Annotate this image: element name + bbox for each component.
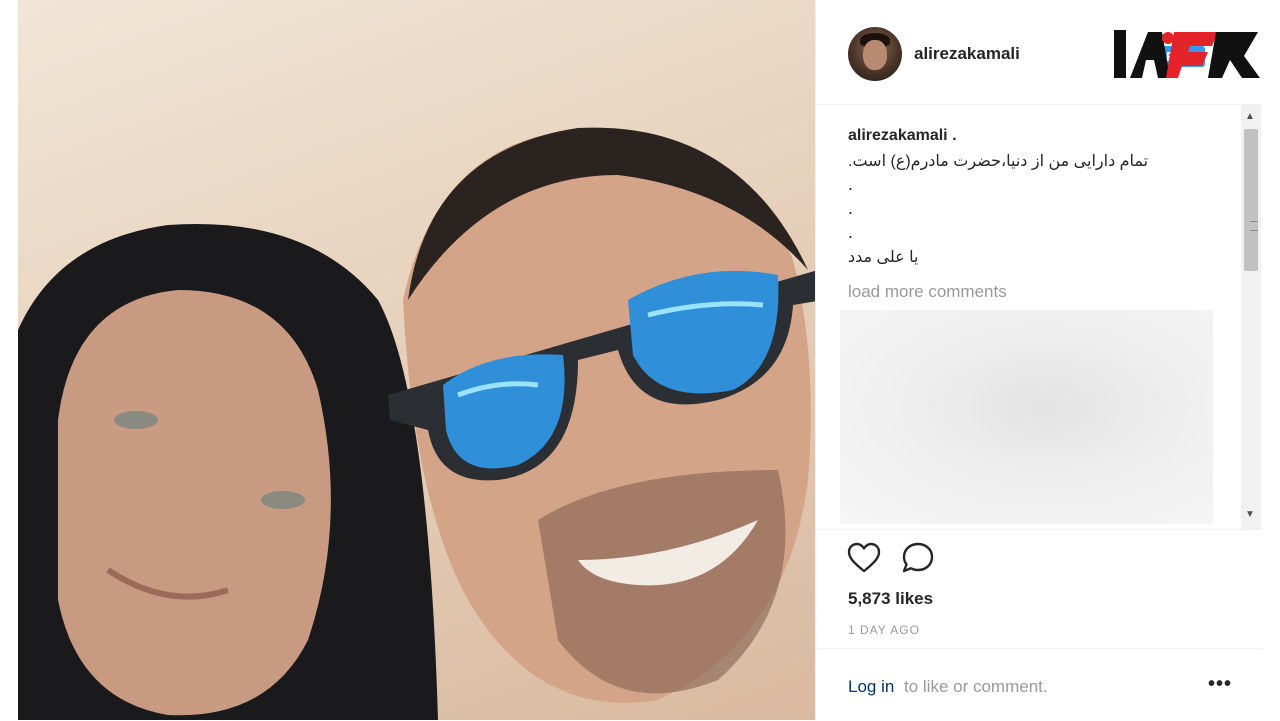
selfie-illustration: [18, 127, 815, 720]
caption-dot: .: [848, 198, 854, 218]
likes-count[interactable]: 5,873 likes: [848, 589, 933, 609]
avatar[interactable]: [848, 27, 902, 81]
post-timestamp[interactable]: 1 DAY AGO: [848, 623, 920, 637]
login-prompt-text: to like or comment.: [904, 677, 1048, 696]
username-link[interactable]: alirezakamali: [914, 44, 1020, 64]
scroll-down-arrow-icon[interactable]: ▼: [1245, 509, 1255, 520]
comment-login-bar: Log in to like or comment. •••: [816, 648, 1263, 721]
blurred-comment-area: [840, 310, 1213, 524]
caption-line-1: تمام دارایی من از دنیا،حضرت مادرم(ع) است…: [848, 153, 1149, 170]
post-photo: [18, 0, 815, 720]
more-options-icon[interactable]: •••: [1208, 673, 1232, 696]
caption-dot: .: [848, 174, 854, 194]
load-more-comments-link[interactable]: load more comments: [848, 282, 1007, 302]
comments-scrollbar[interactable]: ▲ ▼: [1241, 105, 1261, 529]
scrollbar-thumb[interactable]: [1244, 129, 1258, 271]
caption-username[interactable]: alirezakamali .: [848, 127, 957, 145]
comment-bubble-icon[interactable]: [900, 540, 936, 576]
post-side-panel: alirezakamali Follo alirezakamali . تمام…: [815, 0, 1263, 720]
heart-icon[interactable]: [846, 540, 882, 576]
caption-line-2: یا علی مدد: [848, 249, 919, 266]
login-link[interactable]: Log in: [848, 677, 894, 697]
caption-dot: .: [848, 222, 854, 242]
watermark-logo: [1114, 30, 1260, 78]
comments-section: alirezakamali . تمام دارایی من از دنیا،ح…: [816, 105, 1263, 530]
scroll-up-arrow-icon[interactable]: ▲: [1245, 111, 1255, 122]
